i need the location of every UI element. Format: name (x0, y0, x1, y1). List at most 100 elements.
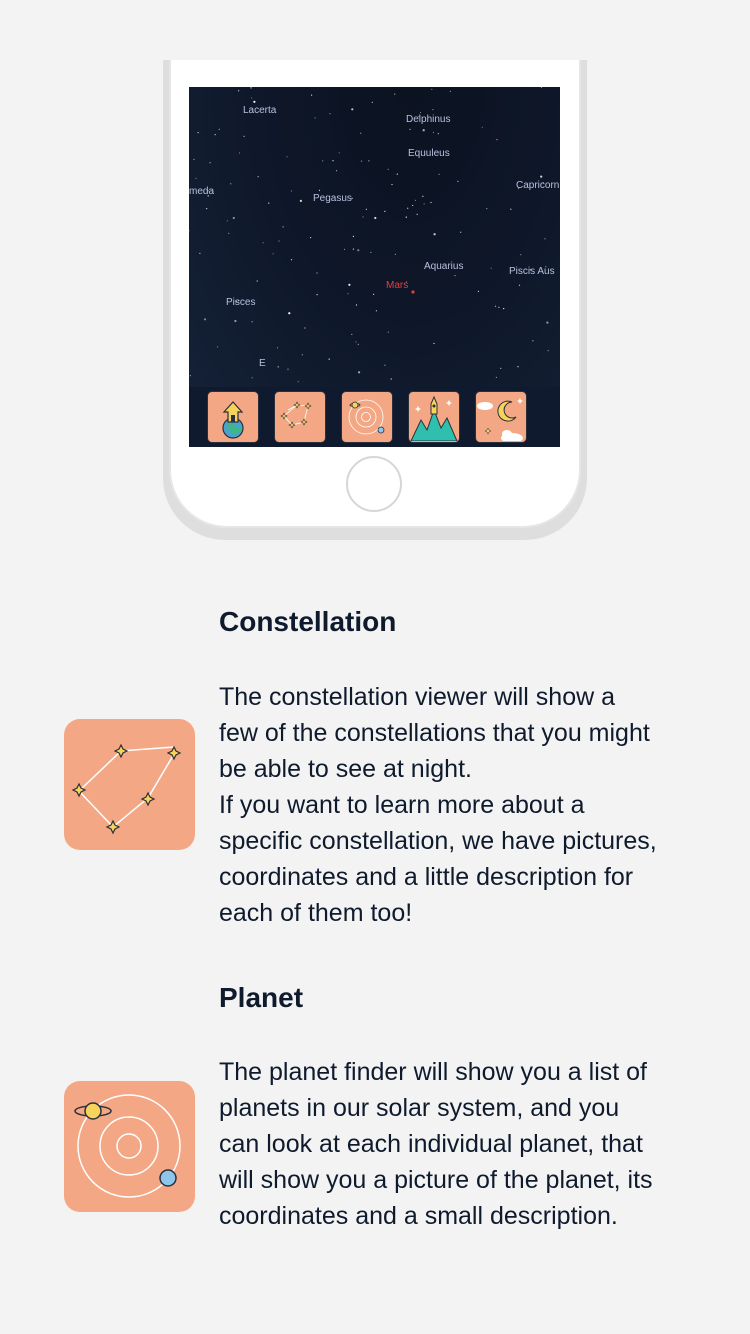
star (268, 202, 270, 204)
star (532, 340, 534, 342)
star (355, 341, 357, 343)
star (243, 135, 245, 137)
star (189, 375, 191, 377)
star (494, 305, 497, 307)
sky-label-aquarius[interactable]: Aquarius (424, 261, 463, 272)
constellation-icon (280, 401, 312, 429)
sky-label-delphinus[interactable]: Delphinus (406, 114, 450, 125)
star (352, 235, 354, 237)
star (218, 128, 220, 130)
star (438, 173, 440, 175)
star (409, 128, 411, 130)
star (203, 318, 207, 321)
feature-constellation-tile (64, 719, 195, 850)
description-line: can look at each individual planet, that (219, 1130, 643, 1158)
star (500, 367, 502, 369)
star (355, 304, 358, 306)
star (432, 109, 434, 111)
sky-label-pegasus[interactable]: Pegasus (313, 193, 352, 204)
star (547, 350, 549, 352)
star (518, 284, 521, 286)
star (457, 180, 459, 182)
star (257, 176, 259, 178)
planet-orbit-icon (74, 1094, 181, 1198)
sky-label-lacerta[interactable]: Lacerta (243, 105, 276, 116)
tab-constellation[interactable] (274, 391, 326, 443)
description-line: coordinates and a small description. (219, 1202, 618, 1230)
star (328, 358, 330, 360)
star (238, 152, 241, 154)
star (199, 252, 201, 254)
mars-marker[interactable] (411, 290, 415, 294)
sky-label-mars[interactable]: Mars (386, 280, 408, 291)
sky-label-equuleus[interactable]: Equuleus (408, 148, 450, 159)
description-line: coordinates and a little description for (219, 863, 634, 891)
star (387, 168, 389, 170)
star (299, 199, 302, 202)
feature-description-constellation: The constellation viewer will show a few… (219, 679, 719, 931)
star (449, 90, 451, 92)
star (287, 368, 289, 370)
star (314, 117, 316, 119)
star (230, 183, 232, 185)
feature-description-planet: The planet finder will show you a list o… (219, 1054, 719, 1234)
star (384, 364, 386, 366)
description-line: each of them too! (219, 899, 413, 927)
description-line: If you want to learn more about a (219, 791, 585, 819)
star (297, 381, 299, 383)
star (357, 249, 360, 252)
feature-title-planet: Planet (219, 982, 304, 1013)
star (277, 366, 279, 368)
star (433, 342, 435, 345)
moon-clouds-icon (477, 398, 523, 441)
star (316, 294, 318, 296)
star (490, 267, 492, 269)
star (335, 170, 338, 172)
description-line: few of the constellations that you might (219, 719, 650, 747)
star (343, 248, 346, 250)
star (301, 354, 303, 356)
earth-home-icon (222, 401, 244, 439)
tab-rocket[interactable] (408, 391, 460, 443)
star (362, 216, 364, 218)
star (419, 111, 422, 114)
star (329, 113, 331, 115)
star (347, 293, 349, 295)
star (290, 259, 293, 261)
tab-earth-home[interactable] (207, 391, 259, 443)
star (371, 101, 373, 103)
star (232, 216, 235, 220)
star (251, 377, 253, 379)
star (214, 134, 216, 136)
star (368, 160, 370, 162)
star (251, 321, 253, 323)
star (352, 248, 354, 250)
star (234, 319, 237, 323)
star (348, 283, 351, 286)
compass-east-label: E (259, 358, 266, 369)
star (357, 343, 359, 345)
star (311, 94, 313, 96)
sky-label-pisces[interactable]: Pisces (226, 297, 255, 308)
star (278, 240, 280, 242)
sky-label-piscis-austrinus[interactable]: Piscis Aus (509, 266, 555, 277)
star (286, 156, 288, 158)
star (206, 208, 208, 210)
star (195, 177, 197, 179)
star (189, 230, 190, 232)
star (351, 108, 354, 111)
sky-view[interactable]: Lacerta Delphinus Equuleus meda Pegasus … (189, 87, 560, 447)
description-line: The constellation viewer will show a (219, 683, 616, 711)
tab-planet[interactable] (341, 391, 393, 443)
tab-night[interactable] (475, 391, 527, 443)
sky-label-andromeda[interactable]: meda (189, 186, 214, 197)
star (412, 204, 414, 207)
home-button[interactable] (346, 456, 402, 512)
sky-label-capricornus[interactable]: Capricorn (516, 180, 559, 191)
star (318, 189, 321, 191)
star (338, 152, 340, 154)
star (250, 87, 252, 89)
feature-planet-tile (64, 1081, 195, 1212)
description-line: specific constellation, we have pictures… (219, 827, 657, 855)
star (437, 133, 439, 135)
